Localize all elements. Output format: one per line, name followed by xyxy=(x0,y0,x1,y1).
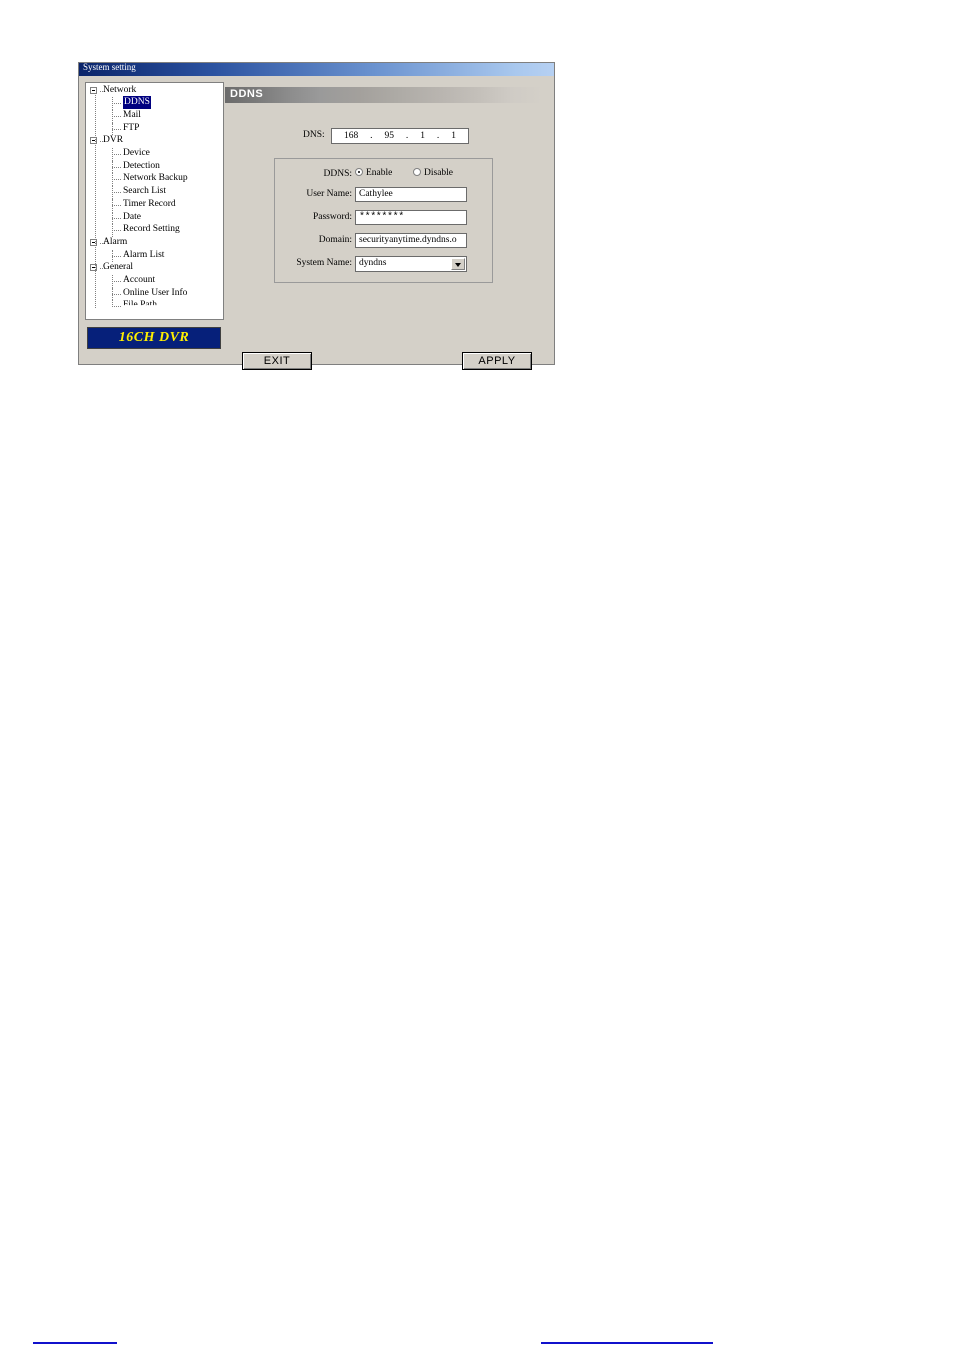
dns-octet-2[interactable]: 95 xyxy=(384,131,394,141)
window-titlebar: System setting xyxy=(79,62,554,76)
product-logo-badge: 16CH DVR xyxy=(87,327,221,349)
tree-expander-minus-icon[interactable] xyxy=(90,86,97,94)
footer-link-rule-2[interactable] xyxy=(541,1342,713,1344)
domain-input[interactable]: securityanytime.dyndns.o xyxy=(355,233,467,248)
tree-item-network[interactable]: Network xyxy=(86,85,223,98)
username-label: User Name: xyxy=(306,189,352,199)
system-setting-dialog: System setting Network DDNS Mail FTP DVR Devi… xyxy=(78,62,555,370)
tree-connector xyxy=(112,275,114,288)
product-logo-label: 16CH DVR xyxy=(118,330,190,345)
domain-label: Domain: xyxy=(318,235,352,245)
tree-item-label: Record Setting xyxy=(123,224,180,235)
tree-connector xyxy=(112,97,114,110)
radio-enable-dot[interactable] xyxy=(355,168,363,176)
tree-item-dvr[interactable]: DVR xyxy=(86,135,223,148)
dns-label: DNS: xyxy=(303,130,325,140)
username-row: User Name: Cathylee xyxy=(275,187,492,204)
tree-item-label: Alarm List xyxy=(123,249,165,260)
tree-item-file-path[interactable]: File Path xyxy=(86,300,223,313)
tree-item-label: Search List xyxy=(123,186,167,197)
tree-connector xyxy=(112,198,114,212)
system-name-select[interactable]: dyndns xyxy=(355,256,467,272)
dns-octet-3[interactable]: 1 xyxy=(420,131,425,141)
tree-item-mail[interactable]: Mail xyxy=(86,109,223,123)
system-name-label: System Name: xyxy=(296,258,352,268)
footer-link-rule-1[interactable] xyxy=(33,1342,117,1344)
username-input[interactable]: Cathylee xyxy=(355,187,467,202)
tree-item-label: FTP xyxy=(123,122,140,133)
apply-button[interactable]: APPLY xyxy=(462,352,532,370)
tree-connector xyxy=(112,186,114,199)
tree-trunk-connector xyxy=(94,94,97,309)
tree-connector xyxy=(112,287,114,301)
tree-item-label: Mail xyxy=(123,109,141,120)
ddns-mode-label: DDNS: xyxy=(323,169,352,179)
password-input[interactable]: ******** xyxy=(355,210,467,225)
tree-item-label: Timer Record xyxy=(123,198,176,209)
tree-item-ddns[interactable]: DDNS xyxy=(86,96,223,110)
tree-connector xyxy=(112,211,114,225)
tree-connector xyxy=(112,300,114,308)
radio-disable[interactable]: Disable xyxy=(413,168,453,178)
settings-tree[interactable]: Network DDNS Mail FTP DVR Device Detection Netw… xyxy=(85,82,224,320)
tree-item-label: DDNS xyxy=(123,96,151,109)
password-label: Password: xyxy=(312,212,352,222)
system-name-row: System Name: dyndns xyxy=(275,256,492,273)
ddns-settings-group: DDNS: Enable Disable User Name: Cathylee… xyxy=(274,158,493,283)
tree-item-label: Online User Info xyxy=(123,287,188,298)
tree-item-label: Detection xyxy=(123,160,160,171)
ddns-mode-row: DDNS: Enable Disable xyxy=(275,167,492,184)
dialog-body: Network DDNS Mail FTP DVR Device Detection Netw… xyxy=(79,76,554,370)
tree-item-label: Alarm xyxy=(103,236,128,247)
system-name-value: dyndns xyxy=(359,258,387,268)
domain-row: Domain: securityanytime.dyndns.o xyxy=(275,233,492,250)
tree-item-label: Date xyxy=(123,211,141,222)
dns-octets: 168 . 95 . 1 . 1 xyxy=(332,129,468,143)
tree-item-label: Network xyxy=(103,84,137,95)
tree-item-label: Device xyxy=(123,148,150,158)
chevron-down-icon[interactable] xyxy=(451,258,465,270)
tree-item-label: File Path xyxy=(123,300,158,311)
radio-enable-label: Enable xyxy=(366,168,393,178)
radio-enable[interactable]: Enable xyxy=(355,168,392,178)
tree-connector xyxy=(112,173,114,187)
dns-separator-2: . xyxy=(405,131,409,141)
panel-header-band: DDNS xyxy=(225,87,543,103)
window-title: System setting xyxy=(83,62,136,72)
tree-item-timer-record[interactable]: Timer Record xyxy=(86,198,223,212)
radio-disable-label: Disable xyxy=(424,168,454,178)
dns-input[interactable]: 168 . 95 . 1 . 1 xyxy=(331,128,469,144)
tree-connector xyxy=(112,160,114,174)
tree-connector xyxy=(112,109,114,123)
dns-separator-3: . xyxy=(436,131,440,141)
tree-item-label: Network Backup xyxy=(123,173,188,184)
tree-connector xyxy=(112,148,114,161)
radio-disable-dot[interactable] xyxy=(413,168,421,176)
tree-item-label: Account xyxy=(123,275,156,285)
dns-separator-1: . xyxy=(370,131,373,141)
tree-item-label: General xyxy=(103,262,134,273)
tree-item-label: DVR xyxy=(103,135,124,146)
tree-item-online-user-info[interactable]: Online User Info xyxy=(86,287,223,301)
dns-octet-1[interactable]: 168 xyxy=(344,131,358,141)
panel-header-label: DDNS xyxy=(230,88,264,100)
password-row: Password: ******** xyxy=(275,210,492,227)
exit-button[interactable]: EXIT xyxy=(242,352,312,370)
dns-octet-4[interactable]: 1 xyxy=(451,131,456,141)
